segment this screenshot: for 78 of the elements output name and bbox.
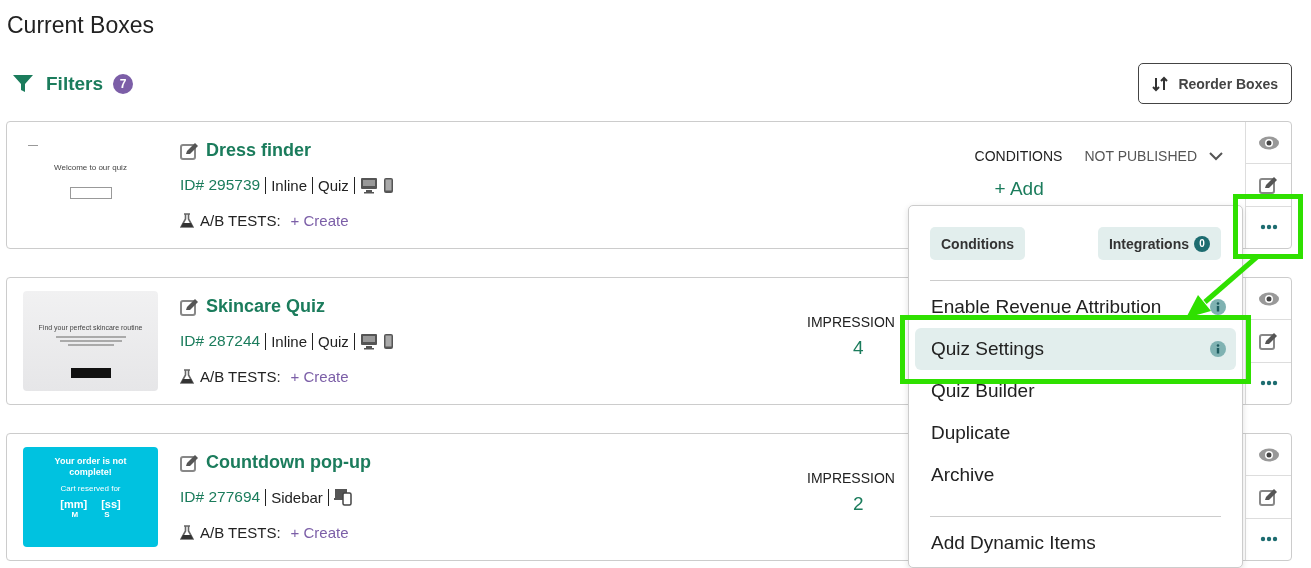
flask-icon <box>180 368 194 384</box>
thumbnail-text: Your order is not complete! <box>53 456 128 478</box>
sort-arrows-icon <box>1152 75 1169 92</box>
menu-item[interactable]: Add Dynamic Items <box>915 522 1236 564</box>
add-condition-link[interactable]: + Add <box>994 178 1223 200</box>
box-id: ID# 277694 <box>180 488 261 506</box>
menu-item[interactable]: Enable Revenue Attribution <box>915 286 1236 328</box>
box-meta: Inline <box>271 332 307 350</box>
edit-icon <box>1258 175 1279 195</box>
eye-icon <box>1257 134 1280 151</box>
menu-item[interactable]: Duplicate <box>915 412 1236 454</box>
separator-mark <box>312 176 313 194</box>
box-title-link[interactable]: Skincare Quiz <box>206 295 326 317</box>
box-title-link[interactable]: Countdown pop-up <box>206 451 371 473</box>
more-icon <box>1259 536 1278 543</box>
filters-label: Filters <box>46 72 104 95</box>
menu-item[interactable]: Quiz Builder <box>915 370 1236 412</box>
impressions-count: 4 <box>853 337 864 359</box>
thumbnail-text: [mm] <box>60 498 88 510</box>
thumbnail-text: Welcome to our quiz <box>54 163 127 172</box>
phone-icon <box>382 176 394 194</box>
body-text-lines <box>55 335 126 347</box>
filter-count-badge: 7 <box>113 73 134 94</box>
page-title: Current Boxes <box>7 11 155 40</box>
thumbnail-text: S <box>104 510 110 519</box>
flask-icon <box>180 524 194 540</box>
separator-mark <box>265 332 267 350</box>
box-meta: Inline <box>271 176 307 194</box>
thumbnail-text: Cart reserved for <box>60 484 121 493</box>
box-meta: Quiz <box>318 332 349 350</box>
separator-mark <box>265 176 267 194</box>
separator-mark <box>353 176 355 194</box>
ab-tests-label: A/B TESTS: <box>200 211 281 229</box>
thumbnail-text: M <box>71 510 79 519</box>
desktop-icon <box>359 332 378 350</box>
chevron-down-icon <box>1209 151 1223 161</box>
separator-mark <box>265 488 267 506</box>
reorder-boxes-button[interactable]: Reorder Boxes <box>1138 63 1292 104</box>
create-link[interactable]: + Create <box>290 211 349 229</box>
edit-icon <box>1258 331 1279 351</box>
ab-tests-label: A/B TESTS: <box>200 367 281 385</box>
filters-button[interactable]: Filters 7 <box>6 72 134 95</box>
edit-icon <box>180 140 200 160</box>
desktop-phone-icon <box>333 488 352 506</box>
menu-item[interactable]: Quiz Settings <box>915 328 1236 370</box>
separator-mark <box>312 332 313 350</box>
status-dropdown[interactable]: NOT PUBLISHED <box>1084 148 1223 164</box>
desktop-icon <box>359 176 378 194</box>
eye-icon <box>1257 290 1280 307</box>
more-icon <box>1259 380 1278 387</box>
box-meta: Sidebar <box>271 488 323 506</box>
thumbnail-text: [ss] <box>101 498 121 510</box>
separator-mark <box>353 332 355 350</box>
more-icon <box>1259 224 1278 231</box>
phone-icon <box>382 332 394 350</box>
create-link[interactable]: + Create <box>290 367 349 385</box>
edit-icon <box>180 452 200 472</box>
menu-item[interactable]: Archive <box>915 454 1236 496</box>
impressions-label: IMPRESSION <box>807 470 895 486</box>
filter-icon <box>12 73 34 94</box>
impressions-label: IMPRESSION <box>807 314 895 330</box>
impressions-count: 2 <box>853 493 864 515</box>
conditions-label: CONDITIONS <box>974 148 1063 164</box>
box-id: ID# 295739 <box>180 176 261 194</box>
edit-icon <box>180 296 200 316</box>
eye-icon <box>1257 446 1280 463</box>
separator-mark <box>327 488 329 506</box>
edit-icon <box>1258 487 1279 507</box>
menu-chip[interactable]: Integrations 0 <box>1097 227 1221 260</box>
count-badge: 0 <box>1194 235 1210 252</box>
ab-tests-label: A/B TESTS: <box>200 523 281 541</box>
flask-icon <box>180 212 194 228</box>
box-meta: Quiz <box>318 176 349 194</box>
menu-chip[interactable]: Conditions <box>930 227 1026 260</box>
highlight-box <box>1233 194 1303 259</box>
box-id: ID# 287244 <box>180 332 261 350</box>
box-title-link[interactable]: Dress finder <box>206 139 312 161</box>
create-link[interactable]: + Create <box>290 523 349 541</box>
